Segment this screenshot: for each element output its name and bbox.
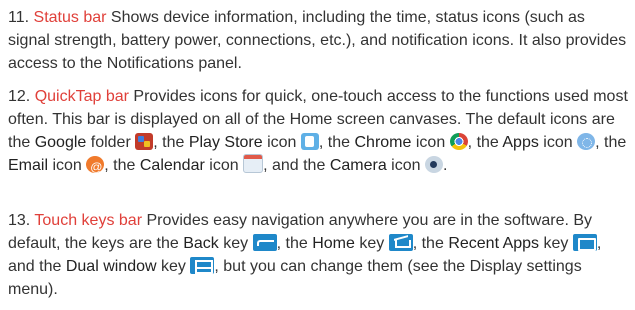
calendar-icon — [243, 154, 264, 173]
back-label: Back — [183, 235, 219, 252]
text: , the — [412, 235, 444, 252]
text: icon — [267, 134, 297, 151]
list-item-quicktap-bar: 12. QuickTap bar Provides icons for quic… — [8, 85, 628, 177]
text: icon — [543, 134, 573, 151]
email-icon — [86, 156, 105, 173]
camera-icon — [424, 156, 443, 173]
recent-apps-key-icon — [572, 234, 597, 251]
text: , the — [276, 235, 308, 252]
text: icon — [391, 157, 421, 174]
text: , the — [318, 134, 351, 151]
term-touch-keys-bar: Touch keys bar — [34, 212, 143, 229]
home-label: Home — [312, 235, 355, 252]
email-label: Email — [8, 157, 49, 174]
text: icon — [415, 134, 446, 151]
chrome-icon — [449, 133, 468, 150]
text: icon — [209, 157, 239, 174]
text: icon — [52, 157, 82, 174]
google-label: Google — [34, 134, 87, 151]
text: key — [543, 235, 569, 252]
google-folder-icon — [135, 133, 154, 150]
item-number: 11. — [8, 9, 30, 26]
text: key — [223, 235, 249, 252]
list-item-touch-keys-bar: 13. Touch keys bar Provides easy navigat… — [8, 209, 628, 301]
text: , the — [104, 157, 136, 174]
text: key — [161, 258, 186, 275]
term-quicktap-bar: QuickTap bar — [34, 88, 129, 105]
item-number: 12. — [8, 88, 31, 105]
play-store-icon — [300, 133, 319, 150]
recent-apps-label: Recent Apps — [448, 235, 540, 252]
term-status-bar: Status bar — [33, 9, 107, 26]
camera-label: Camera — [329, 157, 387, 174]
dual-window-key-icon — [190, 257, 215, 274]
text: , and the — [263, 157, 326, 174]
apps-icon — [577, 133, 596, 150]
chrome-label: Chrome — [354, 134, 412, 151]
text: . — [442, 157, 448, 174]
text: key — [359, 235, 385, 252]
text: folder — [90, 134, 131, 151]
apps-label: Apps — [502, 134, 539, 151]
text: , the — [467, 134, 499, 151]
home-key-icon — [388, 234, 413, 251]
back-key-icon — [252, 234, 277, 251]
play-store-label: Play Store — [188, 134, 263, 151]
text: , the — [153, 134, 185, 151]
text: , the — [595, 134, 627, 151]
dual-window-label: Dual window — [65, 258, 157, 275]
item-number: 13. — [8, 212, 31, 229]
list-item-status-bar: 11. Status bar Shows device information,… — [8, 6, 628, 75]
calendar-label: Calendar — [139, 157, 205, 174]
